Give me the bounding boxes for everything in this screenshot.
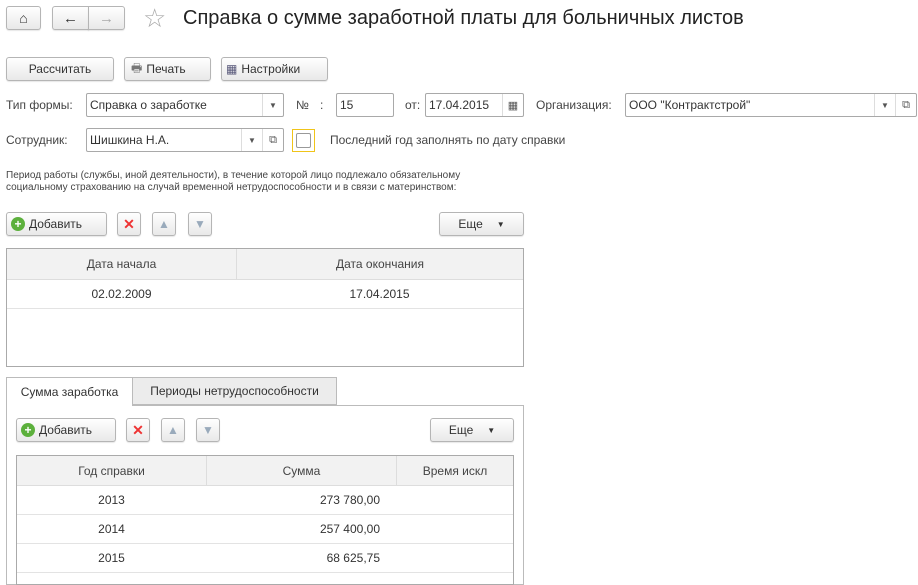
print-label: Печать	[146, 62, 186, 76]
column-header[interactable]: Год справки	[17, 456, 206, 485]
more-button[interactable]: Еще ▼	[430, 418, 514, 442]
period-note: Период работы (службы, иной деятельности…	[6, 170, 461, 193]
amount-cell: 257 400,00	[319, 522, 380, 536]
more-label: Еще	[448, 423, 474, 437]
form-type-select[interactable]: Справка о заработке ▼	[86, 93, 284, 117]
date-label: от:	[405, 98, 421, 112]
more-button[interactable]: Еще ▼	[439, 212, 524, 236]
delete-x-icon: ✕	[132, 421, 144, 438]
earnings-table: Год справки Сумма Время искл 2013 273 780,0…	[16, 455, 514, 585]
end-date-cell: 17.04.2015	[349, 287, 410, 301]
move-down-button[interactable]: ▼	[196, 418, 220, 442]
start-date-cell: 02.02.2009	[91, 287, 152, 301]
delete-period-button[interactable]: ✕	[117, 212, 141, 236]
organization-label: Организация:	[536, 98, 612, 112]
more-label: Еще	[458, 217, 483, 231]
tab-earnings[interactable]: Сумма заработка	[6, 377, 133, 406]
home-icon: ⌂	[19, 10, 28, 26]
arrow-left-icon: ←	[63, 9, 78, 27]
organization-select[interactable]: ООО "Контрактстрой" ▼ ⧉	[625, 93, 917, 117]
tab-label: Периоды нетрудоспособности	[150, 384, 319, 398]
move-up-button[interactable]: ▲	[152, 212, 176, 236]
chevron-down-icon: ▼	[487, 425, 496, 435]
form-type-label: Тип формы:	[6, 98, 73, 112]
back-button[interactable]: ←	[52, 6, 89, 30]
delete-earnings-button[interactable]: ✕	[126, 418, 150, 442]
number-label: №	[296, 98, 309, 112]
open-icon[interactable]: ⧉	[895, 94, 916, 116]
table-row[interactable]: 2015 68 625,75	[17, 544, 513, 573]
organization-value: ООО "Контрактстрой"	[629, 98, 751, 112]
number-input[interactable]: 15	[336, 93, 394, 117]
last-year-label: Последний год заполнять по дату справки	[330, 133, 566, 147]
column-header[interactable]: Дата окончания	[236, 249, 523, 279]
favorite-star-icon[interactable]: ☆	[143, 3, 166, 34]
home-button[interactable]: ⌂	[6, 6, 41, 30]
arrow-down-icon: ▼	[194, 217, 206, 231]
add-label: Добавить	[39, 423, 93, 437]
settings-table-icon: ▦	[226, 62, 238, 76]
year-cell: 2015	[98, 551, 125, 565]
delete-x-icon: ✕	[123, 215, 135, 232]
add-label: Добавить	[29, 217, 83, 231]
excluded-time-cell	[396, 515, 513, 543]
last-year-checkbox[interactable]	[292, 129, 315, 152]
table-row[interactable]: 02.02.2009 17.04.2015	[7, 280, 523, 309]
calendar-icon[interactable]: ▦	[502, 94, 523, 116]
periods-table: Дата начала Дата окончания 02.02.2009 17.0…	[6, 248, 524, 367]
open-icon[interactable]: ⧉	[262, 129, 283, 151]
chevron-down-icon[interactable]: ▼	[262, 94, 283, 116]
amount-cell: 68 625,75	[326, 551, 380, 565]
plus-circle-icon: +	[21, 423, 35, 437]
column-header[interactable]: Сумма	[206, 456, 396, 485]
year-cell: 2014	[98, 522, 125, 536]
tab-label: Сумма заработка	[20, 385, 119, 399]
arrow-up-icon: ▲	[167, 423, 179, 437]
number-colon: :	[320, 98, 324, 112]
settings-button[interactable]: ▦ Настройки	[221, 57, 328, 81]
employee-label: Сотрудник:	[6, 133, 68, 147]
plus-circle-icon: +	[11, 217, 25, 231]
arrow-down-icon: ▼	[202, 423, 214, 437]
add-period-button[interactable]: + Добавить	[6, 212, 107, 236]
printer-icon: 🖶	[131, 60, 143, 75]
column-header[interactable]: Дата начала	[7, 249, 236, 279]
add-earnings-button[interactable]: + Добавить	[16, 418, 116, 442]
employee-select[interactable]: Шишкина Н.А. ▼ ⧉	[86, 128, 284, 152]
year-cell: 2013	[98, 493, 125, 507]
excluded-time-cell	[396, 544, 513, 572]
column-header[interactable]: Время искл	[396, 456, 513, 485]
chevron-down-icon[interactable]: ▼	[241, 129, 262, 151]
amount-cell: 273 780,00	[319, 493, 380, 507]
arrow-up-icon: ▲	[158, 217, 170, 231]
page-title: Справка о сумме заработной платы для бол…	[183, 7, 744, 29]
date-value: 17.04.2015	[429, 98, 490, 112]
date-input[interactable]: 17.04.2015 ▦	[425, 93, 524, 117]
form-type-value: Справка о заработке	[90, 98, 207, 112]
print-button[interactable]: 🖶 Печать	[124, 57, 211, 81]
chevron-down-icon[interactable]: ▼	[874, 94, 895, 116]
calculate-button[interactable]: Рассчитать	[6, 57, 114, 81]
arrow-right-icon: →	[99, 9, 114, 27]
settings-label: Настройки	[241, 62, 301, 76]
chevron-down-icon: ▼	[496, 219, 505, 229]
employee-value: Шишкина Н.А.	[90, 133, 170, 147]
calculate-label: Рассчитать	[28, 62, 92, 76]
number-value: 15	[340, 98, 354, 112]
forward-button[interactable]: →	[88, 6, 125, 30]
table-row[interactable]: 2014 257 400,00	[17, 515, 513, 544]
excluded-time-cell	[396, 486, 513, 514]
table-row[interactable]: 2013 273 780,00	[17, 486, 513, 515]
move-up-button[interactable]: ▲	[161, 418, 185, 442]
tab-disability-periods[interactable]: Периоды нетрудоспособности	[132, 377, 337, 405]
move-down-button[interactable]: ▼	[188, 212, 212, 236]
